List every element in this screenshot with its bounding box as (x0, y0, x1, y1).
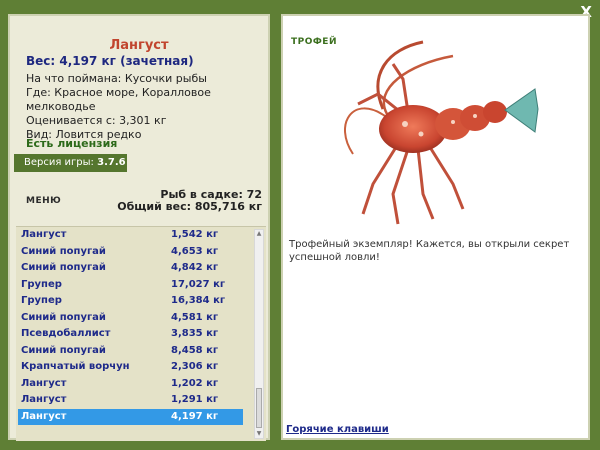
catch-list-row[interactable]: Псевдобаллист 3,835 кг (18, 326, 243, 343)
scroll-up-icon[interactable]: ▲ (255, 230, 263, 238)
catch-row-name: Лангуст (21, 377, 67, 389)
catch-list-row[interactable]: Синий попугай 4,653 кг (18, 244, 243, 261)
fish-value: Оценивается с: 3,301 кг (26, 114, 167, 127)
catch-list-row[interactable]: Групер 17,027 кг (18, 277, 243, 294)
catch-row-name: Крапчатый ворчун (21, 361, 130, 372)
catch-list-row[interactable]: Крапчатый ворчун 2,306 кг (18, 359, 243, 376)
catch-row-name: Групер (21, 278, 62, 290)
catch-row-name: Лангуст (21, 410, 67, 422)
catch-list: Лангуст 1,542 кг Синий попугай 4,653 кг Сини… (16, 226, 266, 441)
fish-bait: На что поймана: Кусочки рыбы (26, 72, 207, 85)
fish-location: Где: Красное море, Коралловое мелководье (26, 86, 211, 113)
catch-row-weight: 4,197 кг (171, 410, 219, 422)
catch-info-panel: Лангуст Вес: 4,197 кг (зачетная) На что … (8, 14, 270, 441)
license-status: Есть лицензия (26, 137, 118, 150)
catch-row-name: Лангуст (21, 394, 67, 405)
catch-list-row[interactable]: Лангуст 1,202 кг (18, 376, 243, 393)
catch-row-weight: 1,542 кг (171, 229, 219, 240)
catch-row-weight: 2,306 кг (171, 361, 219, 372)
scroll-down-icon[interactable]: ▼ (255, 430, 263, 438)
catch-list-row[interactable]: Синий попугай 4,842 кг (18, 260, 243, 277)
list-scrollbar[interactable]: ▲ ▼ (254, 229, 264, 439)
scroll-thumb[interactable] (256, 388, 262, 428)
fish-details: На что поймана: Кусочки рыбы Где: Красно… (26, 72, 268, 142)
menu-button[interactable]: МЕНЮ (26, 196, 61, 206)
hotkeys-link[interactable]: Горячие клавиши (286, 424, 389, 435)
catch-row-name: Синий попугай (21, 262, 106, 273)
cage-stats: Рыб в садке: 72 Общий вес: 805,716 кг (117, 189, 262, 213)
fish-title: Лангуст (109, 38, 169, 53)
version-bar: Версия игры: 3.7.6 (14, 154, 127, 172)
lobster-image (343, 40, 539, 225)
catch-list-row[interactable]: Лангуст 4,197 кг (18, 408, 243, 425)
catch-row-name: Лангуст (21, 229, 67, 240)
catch-list-row[interactable]: Групер 16,384 кг (18, 293, 243, 310)
total-weight: Общий вес: 805,716 кг (117, 200, 262, 213)
catch-list-row[interactable]: Синий попугай 8,458 кг (18, 343, 243, 360)
catch-row-name: Псевдобаллист (21, 328, 111, 339)
catch-list-row[interactable]: Лангуст 1,542 кг (18, 227, 243, 244)
catch-row-weight: 4,581 кг (171, 311, 219, 323)
catch-row-weight: 1,291 кг (171, 394, 219, 405)
version-value: 3.7.6 (97, 157, 126, 168)
catch-list-row[interactable]: Синий попугай 4,581 кг (18, 310, 243, 327)
catch-list-rows: Лангуст 1,542 кг Синий попугай 4,653 кг Сини… (16, 227, 266, 425)
catch-row-weight: 3,835 кг (171, 328, 219, 339)
version-label: Версия игры: (24, 157, 94, 168)
catch-row-name: Групер (21, 295, 62, 306)
catch-list-row[interactable]: Лангуст 1,291 кг (18, 392, 243, 409)
catch-row-weight: 17,027 кг (171, 278, 226, 290)
catch-row-name: Синий попугай (21, 245, 106, 257)
trophy-panel: ТРОФЕЙ Трофейный экземпляр! Кажется, вы … (281, 14, 590, 440)
catch-row-weight: 4,653 кг (171, 245, 219, 257)
catch-row-name: Синий попугай (21, 344, 106, 356)
catch-row-name: Синий попугай (21, 311, 106, 323)
catch-row-weight: 1,202 кг (171, 377, 219, 389)
catch-row-weight: 4,842 кг (171, 262, 219, 273)
fish-weight: Вес: 4,197 кг (зачетная) (26, 54, 194, 68)
catch-row-weight: 16,384 кг (171, 295, 226, 306)
trophy-text: Трофейный экземпляр! Кажется, вы открыли… (289, 239, 570, 263)
catch-row-weight: 8,458 кг (171, 344, 219, 356)
